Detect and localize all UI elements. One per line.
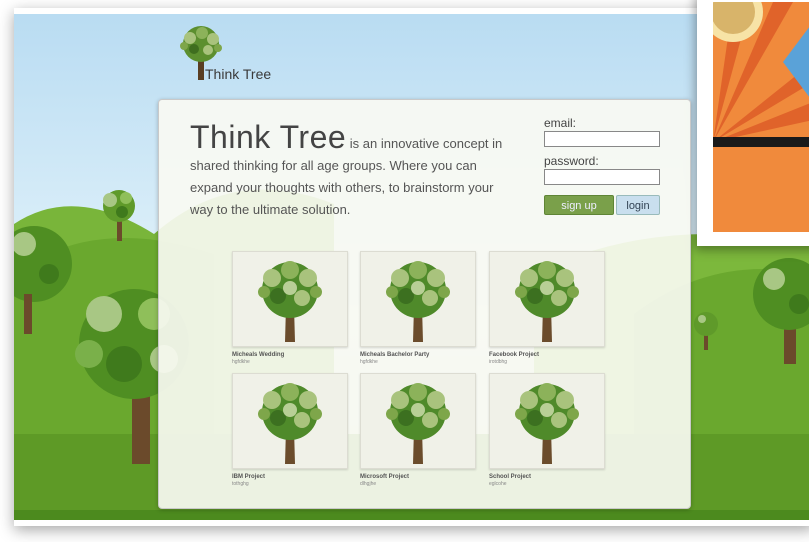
project-thumbnail[interactable] bbox=[360, 373, 476, 469]
project-card[interactable]: Micheals Wedding hgfdkhe bbox=[232, 251, 348, 365]
email-field[interactable] bbox=[544, 131, 660, 147]
sign-up-button[interactable]: sign up bbox=[544, 195, 614, 215]
project-code: irotdbhg bbox=[489, 359, 508, 365]
project-title: Facebook Project bbox=[489, 352, 540, 358]
tree-thumbnail-icon bbox=[386, 261, 450, 342]
project-card[interactable]: Facebook Project irotdbhg bbox=[489, 251, 605, 365]
project-title: Micheals Wedding bbox=[232, 352, 285, 358]
project-card[interactable]: School Project eglcohe bbox=[489, 373, 605, 487]
project-code: hgfdkhe bbox=[232, 359, 250, 365]
project-card[interactable]: Microsoft Project dlhgjhe bbox=[360, 373, 476, 487]
tree-thumbnail-icon bbox=[258, 261, 322, 342]
project-code: dlhgjhe bbox=[360, 481, 377, 487]
project-thumbnail[interactable] bbox=[360, 251, 476, 347]
project-thumbnail[interactable] bbox=[489, 373, 605, 469]
project-title: School Project bbox=[489, 474, 532, 480]
intro-text: Think Tree is an innovative concept in s… bbox=[190, 120, 520, 221]
tree-thumbnail-icon bbox=[258, 383, 322, 464]
project-thumbnail[interactable] bbox=[232, 373, 348, 469]
photo-image bbox=[713, 2, 809, 232]
project-card[interactable]: Micheals Bachelor Party hgfdkhe bbox=[360, 251, 476, 365]
tree-thumbnail-icon bbox=[515, 383, 579, 464]
email-label: email: bbox=[544, 116, 577, 130]
project-code: tothghg bbox=[232, 481, 249, 487]
logo-text: Think Tree bbox=[205, 66, 272, 82]
password-label: password: bbox=[544, 154, 599, 168]
tree-thumbnail-icon bbox=[386, 383, 450, 464]
auth-buttons: sign up login bbox=[544, 195, 664, 215]
password-field[interactable] bbox=[544, 169, 660, 185]
tree-thumbnail-icon bbox=[515, 261, 579, 342]
project-code: eglcohe bbox=[489, 481, 507, 487]
project-title: IBM Project bbox=[232, 474, 266, 480]
project-title: Micheals Bachelor Party bbox=[360, 352, 430, 358]
sunburst-graphic bbox=[713, 2, 809, 232]
project-thumbnail[interactable] bbox=[232, 251, 348, 347]
project-thumbnail[interactable] bbox=[489, 251, 605, 347]
main-panel: Think Tree is an innovative concept in s… bbox=[158, 99, 691, 509]
project-card[interactable]: IBM Project tothghg bbox=[232, 373, 348, 487]
login-form: email: password: sign up login bbox=[544, 115, 664, 215]
login-button[interactable]: login bbox=[616, 195, 660, 215]
bottom-grass-strip bbox=[14, 510, 809, 520]
project-code: hgfdkhe bbox=[360, 359, 378, 365]
project-title: Microsoft Project bbox=[360, 474, 410, 480]
overlapping-photo-card bbox=[697, 0, 809, 246]
intro-headline: Think Tree bbox=[190, 119, 347, 155]
